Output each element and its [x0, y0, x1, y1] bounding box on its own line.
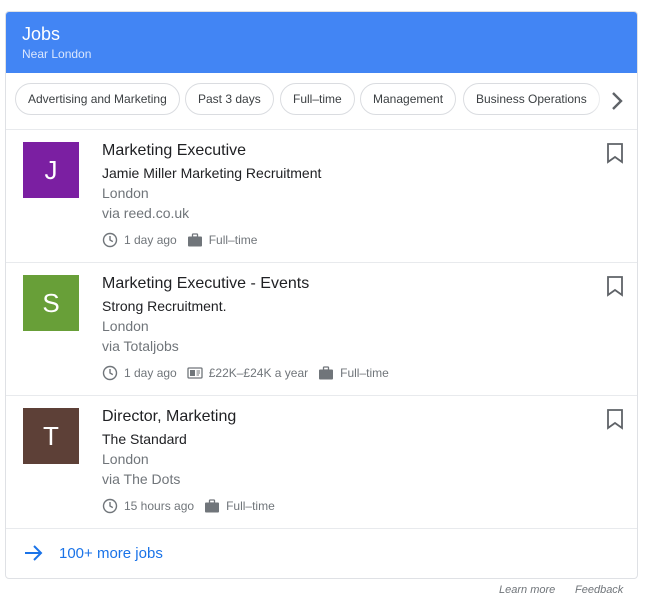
bookmark-icon[interactable]: [605, 408, 625, 430]
learn-more-link[interactable]: Learn more: [499, 584, 555, 596]
job-posted: 1 day ago: [124, 366, 177, 380]
company-avatar: S: [23, 275, 79, 331]
bookmark-icon[interactable]: [605, 275, 625, 297]
briefcase-icon: [205, 499, 220, 513]
filter-chips-bar: Advertising and Marketing Past 3 days Fu…: [6, 73, 637, 130]
job-location: London: [102, 318, 149, 334]
briefcase-icon: [319, 366, 334, 380]
chip-management[interactable]: Management: [360, 83, 457, 115]
bookmark-icon[interactable]: [605, 142, 625, 164]
chevron-right-icon[interactable]: [607, 91, 627, 111]
job-listing[interactable]: S Marketing Executive - Events Strong Re…: [6, 263, 637, 396]
feedback-link[interactable]: Feedback: [575, 584, 623, 596]
jobs-header: Jobs Near London: [6, 12, 637, 73]
chip-past-3-days[interactable]: Past 3 days: [185, 83, 274, 115]
jobs-location-subtitle: Near London: [22, 47, 92, 61]
company-avatar: T: [23, 408, 79, 464]
job-salary: £22K–£24K a year: [208, 366, 309, 380]
job-meta: 1 day ago £22K–£24K a year Full–time: [102, 364, 399, 382]
job-type: Full–time: [226, 499, 275, 513]
jobs-title: Jobs: [22, 24, 61, 44]
clock-icon: [102, 365, 118, 381]
chip-advertising-marketing[interactable]: Advertising and Marketing: [15, 83, 180, 115]
job-title[interactable]: Marketing Executive - Events: [102, 275, 309, 293]
clock-icon: [102, 232, 118, 248]
job-listing[interactable]: T Director, Marketing The Standard Londo…: [6, 396, 637, 529]
briefcase-icon: [187, 233, 202, 247]
job-source: via Totaljobs: [102, 338, 179, 354]
chip-full-time[interactable]: Full–time: [280, 83, 355, 115]
job-type: Full–time: [208, 233, 258, 247]
job-type: Full–time: [340, 366, 389, 380]
job-source: via The Dots: [102, 471, 181, 487]
job-title[interactable]: Director, Marketing: [102, 408, 236, 426]
chip-business-operations[interactable]: Business Operations: [463, 83, 600, 115]
job-company: Jamie Miller Marketing Recruitment: [102, 165, 322, 181]
jobs-card: Jobs Near London Advertising and Marketi…: [5, 11, 638, 579]
job-meta: 15 hours ago Full–time: [102, 497, 285, 515]
job-posted: 15 hours ago: [124, 499, 195, 513]
job-source: via reed.co.uk: [102, 205, 190, 221]
job-listing[interactable]: J Marketing Executive Jamie Miller Marke…: [6, 130, 637, 263]
job-company: The Standard: [102, 431, 187, 447]
job-title[interactable]: Marketing Executive: [102, 142, 246, 160]
job-posted: 1 day ago: [124, 233, 177, 247]
clock-icon: [102, 498, 118, 514]
more-jobs-link[interactable]: 100+ more jobs: [6, 528, 637, 578]
company-avatar: J: [23, 142, 79, 198]
arrow-right-icon: [25, 545, 43, 561]
job-meta: 1 day ago Full–time: [102, 231, 267, 249]
salary-icon: [187, 367, 203, 379]
job-location: London: [102, 451, 149, 467]
job-company: Strong Recruitment.: [102, 298, 227, 314]
job-location: London: [102, 185, 149, 201]
more-jobs-label: 100+ more jobs: [59, 545, 163, 562]
